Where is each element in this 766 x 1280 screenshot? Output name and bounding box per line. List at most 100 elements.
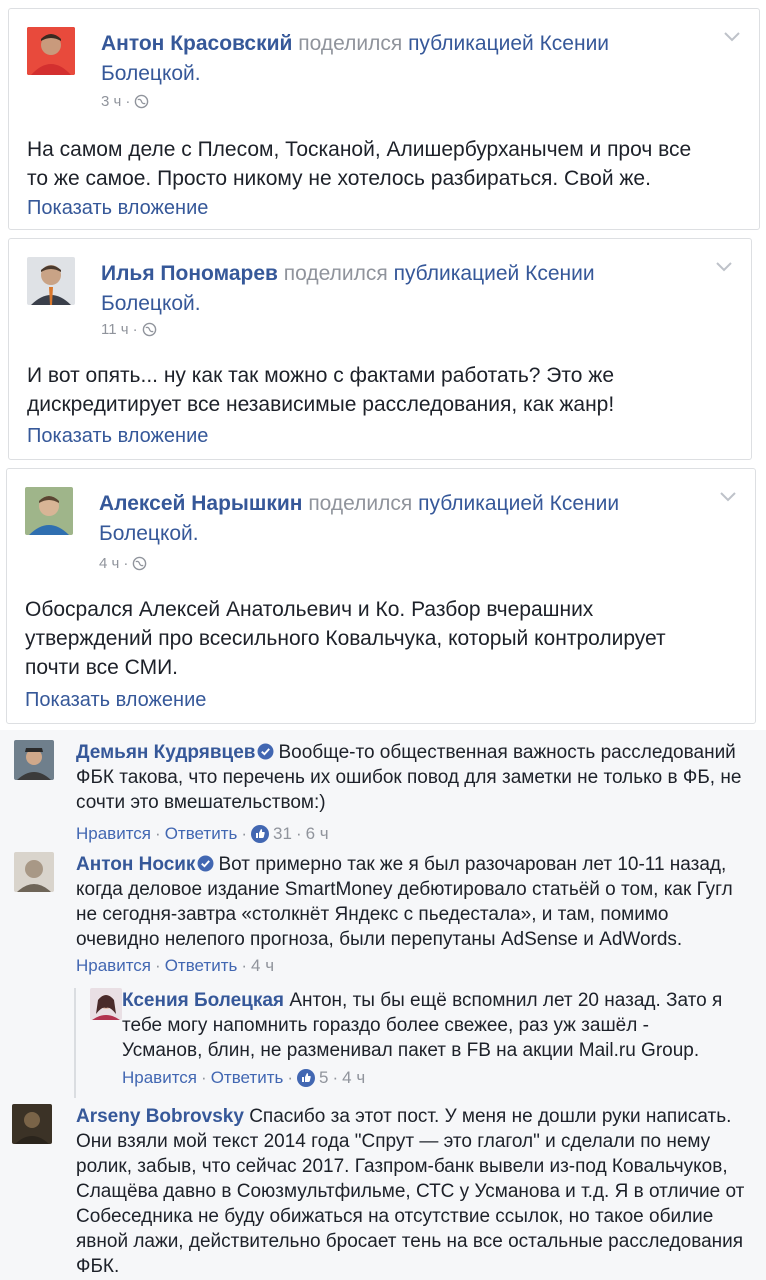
timestamp[interactable]: 4 ч — [99, 555, 119, 572]
comment-line: Слащёва давно в Союзмультфильме, СТС у У… — [76, 1181, 745, 1202]
comment-line: Вообще-то общественная важность расследо… — [278, 742, 736, 763]
avatar[interactable] — [27, 257, 75, 305]
comment-line: не сегодня-завтра «столкнёт Яндекс с пье… — [76, 904, 669, 925]
dot: · — [295, 824, 302, 843]
comment-line: Усманов, блин, не разменивал пакет в FB … — [122, 1040, 700, 1061]
comment-line: сочти это вмешательством:) — [76, 792, 326, 813]
comment-line: Вот примерно так же я был разочарован ле… — [218, 854, 727, 875]
comment-author[interactable]: Демьян Кудрявцев — [76, 742, 255, 763]
comment-line: когда деловое издание SmartMoney дебютир… — [76, 879, 733, 900]
comment-line: Антон, ты бы ещё вспомнил лет 20 назад. … — [289, 990, 723, 1011]
avatar[interactable] — [90, 988, 122, 1020]
post-header: Илья Пономарев поделился публикацией Ксе… — [101, 259, 707, 319]
post-text-line: утверждений про всесильного Ковальчука, … — [25, 627, 666, 650]
shared-post-3: Алексей Нарышкин поделился публикацией К… — [6, 468, 756, 724]
dot: · — [241, 824, 248, 843]
post-text-line: На самом деле с Плесом, Тосканой, Алишер… — [27, 138, 692, 161]
like-button[interactable]: Нравится — [76, 824, 151, 844]
comment-actions: Нравится · Ответить · 31 · 6 ч — [76, 824, 329, 844]
action-text: поделился — [283, 262, 388, 285]
verified-badge-icon — [197, 855, 214, 872]
dot: · — [123, 555, 129, 572]
post-text-line: то же самое. Просто никому не хотелось р… — [27, 167, 651, 190]
comment-time[interactable]: 4 ч — [251, 956, 274, 976]
shared-post-1: Антон Красовский поделился публикацией К… — [8, 8, 760, 230]
comment-author[interactable]: Антон Носик — [76, 854, 195, 875]
avatar[interactable] — [25, 487, 73, 535]
comment-author[interactable]: Arseny Bobrovsky — [76, 1106, 244, 1127]
comment-line: ФБК такова, что перечень их ошибок повод… — [76, 767, 742, 788]
dot: · — [132, 321, 138, 338]
comment-line: ФБК. — [76, 1256, 120, 1277]
like-button[interactable]: Нравится — [76, 956, 151, 976]
comment-text: Arseny Bobrovsky Спасибо за этот пост. У… — [76, 1104, 756, 1279]
comment-line: Спасибо за этот пост. У меня не дошли ру… — [249, 1106, 732, 1127]
comment: Демьян Кудрявцев Вообще-то общественная в… — [14, 740, 756, 843]
avatar[interactable] — [27, 27, 75, 75]
comment-line: тебе могу напомнить гораздо более свежее… — [122, 1015, 649, 1036]
comments-section: Демьян Кудрявцев Вообще-то общественная в… — [0, 730, 766, 1280]
post-meta: 4 ч · — [99, 555, 147, 572]
comment-time[interactable]: 4 ч — [342, 1068, 365, 1088]
shared-link[interactable]: публикацией Ксении — [408, 32, 609, 55]
comment-line: очевидно нелепого прогноза, были перепут… — [76, 929, 683, 950]
dot: · — [155, 824, 161, 843]
like-reaction-icon[interactable] — [251, 825, 270, 843]
shared-link-cont[interactable]: Болецкой. — [101, 292, 201, 315]
action-text: поделился — [298, 32, 403, 55]
show-attachment-link[interactable]: Показать вложение — [25, 689, 206, 712]
chevron-down-icon[interactable] — [715, 261, 733, 273]
dot: · — [241, 956, 248, 975]
shared-link[interactable]: публикацией Ксении — [394, 262, 595, 285]
shared-link-cont[interactable]: Болецкой. — [101, 62, 201, 85]
reply-button[interactable]: Ответить — [211, 1068, 284, 1088]
comment-line: Собеседника не буду обижаться на отсутст… — [76, 1206, 714, 1227]
show-attachment-link[interactable]: Показать вложение — [27, 425, 208, 448]
post-meta: 3 ч · — [101, 93, 149, 110]
post-header: Антон Красовский поделился публикацией К… — [101, 29, 715, 89]
timestamp[interactable]: 11 ч — [101, 321, 129, 338]
shared-link[interactable]: публикацией Ксении — [418, 492, 619, 515]
post-header: Алексей Нарышкин поделился публикацией К… — [99, 489, 711, 549]
dot: · — [125, 93, 131, 110]
avatar[interactable] — [12, 1104, 52, 1144]
post-text-line: И вот опять... ну как так можно с фактам… — [27, 364, 615, 387]
avatar[interactable] — [14, 852, 54, 892]
chevron-down-icon[interactable] — [719, 491, 737, 503]
reply-button[interactable]: Ответить — [165, 956, 238, 976]
author-name[interactable]: Антон Красовский — [101, 32, 292, 55]
globe-icon — [142, 322, 156, 337]
avatar[interactable] — [14, 740, 54, 780]
comment-text: Демьян Кудрявцев Вообще-то общественная в… — [76, 740, 756, 815]
comment-time[interactable]: 6 ч — [306, 824, 329, 844]
reply-button[interactable]: Ответить — [165, 824, 238, 844]
globe-icon — [133, 556, 147, 571]
chevron-down-icon[interactable] — [723, 31, 741, 43]
timestamp[interactable]: 3 ч — [101, 93, 121, 110]
comment: Антон Носик Вот примерно так же я был раз… — [14, 852, 754, 982]
author-name[interactable]: Алексей Нарышкин — [99, 492, 302, 515]
comment-author[interactable]: Ксения Болецкая — [122, 990, 284, 1011]
author-name[interactable]: Илья Пономарев — [101, 262, 278, 285]
like-reaction-icon[interactable] — [297, 1069, 316, 1087]
comment-text: Антон Носик Вот примерно так же я был раз… — [76, 852, 756, 952]
comment-line: ролик, забыв, что сейчас 2017. Газпром-б… — [76, 1156, 728, 1177]
action-text: поделился — [308, 492, 413, 515]
shared-link-cont[interactable]: Болецкой. — [99, 522, 199, 545]
post-text-line: почти все СМИ. — [25, 656, 178, 679]
dot: · — [155, 956, 161, 975]
globe-icon — [135, 94, 149, 109]
dot: · — [287, 1068, 294, 1087]
comment-line: Они взяли мой текст 2014 года "Спрут — э… — [76, 1131, 711, 1152]
comment-actions: Нравится · Ответить · 4 ч — [76, 956, 274, 976]
comment-reply: Ксения Болецкая Антон, ты бы ещё вспомни… — [74, 988, 754, 1098]
show-attachment-link[interactable]: Показать вложение — [27, 197, 208, 220]
shared-post-2: Илья Пономарев поделился публикацией Ксе… — [8, 238, 752, 460]
comment-line: явной лажи, действительно бросает тень н… — [76, 1231, 744, 1252]
dot: · — [332, 1068, 339, 1087]
like-button[interactable]: Нравится — [122, 1068, 197, 1088]
post-meta: 11 ч · — [101, 321, 157, 338]
like-count[interactable]: 5 — [319, 1068, 328, 1088]
post-text: И вот опять... ну как так можно с фактам… — [27, 361, 721, 419]
like-count[interactable]: 31 — [273, 824, 292, 844]
